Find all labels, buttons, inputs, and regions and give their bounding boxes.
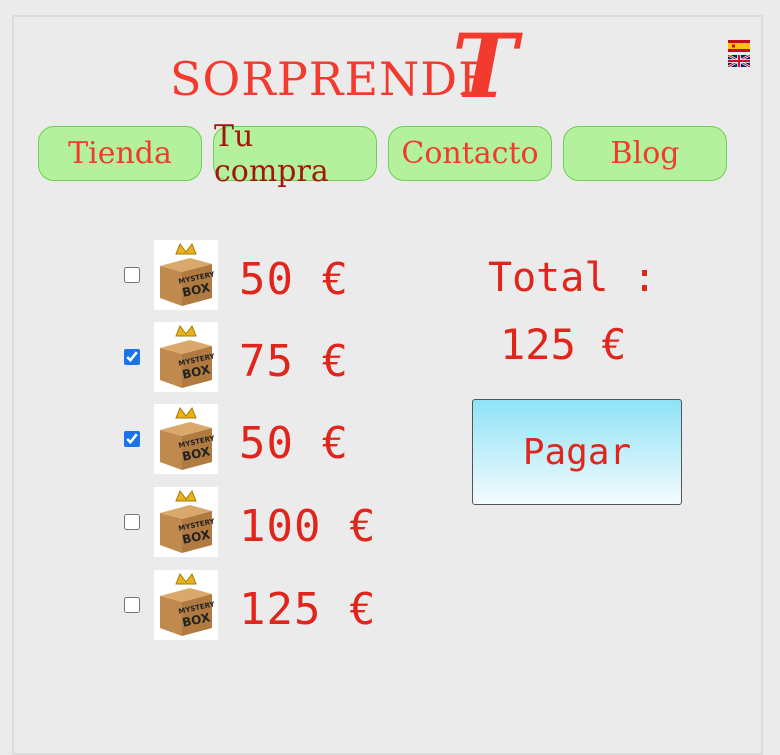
cart-item: MYSTERY BOX 50 € <box>124 404 424 476</box>
es-flag-icon[interactable] <box>728 40 750 52</box>
mystery-box-image: MYSTERY BOX <box>154 570 218 640</box>
mystery-box-image: MYSTERY BOX <box>154 404 218 474</box>
item-price: 125 € <box>239 584 377 635</box>
item-price: 75 € <box>239 336 349 387</box>
pay-button[interactable]: Pagar <box>472 399 682 505</box>
mystery-box-image: MYSTERY BOX <box>154 322 218 392</box>
total-label: Total : <box>488 255 657 301</box>
item-price: 50 € <box>239 418 349 469</box>
item-checkbox[interactable] <box>124 514 140 530</box>
uk-flag-icon[interactable] <box>728 55 750 67</box>
total-value: 125 € <box>500 320 627 369</box>
cart-item: MYSTERY BOX 100 € <box>124 487 424 559</box>
mystery-box-image: MYSTERY BOX <box>154 240 218 310</box>
language-switcher <box>728 40 750 70</box>
logo-big-letter: T <box>452 14 518 118</box>
item-price: 50 € <box>239 254 349 305</box>
logo-text: SORPRENDE <box>170 52 493 106</box>
item-checkbox[interactable] <box>124 267 140 283</box>
nav-tienda[interactable]: Tienda <box>38 126 202 181</box>
item-checkbox[interactable] <box>124 431 140 447</box>
nav-contacto[interactable]: Contacto <box>388 126 552 181</box>
cart-item: MYSTERY BOX 75 € <box>124 322 424 394</box>
item-checkbox[interactable] <box>124 597 140 613</box>
nav-tu-compra[interactable]: Tu compra <box>213 119 377 189</box>
item-checkbox[interactable] <box>124 349 140 365</box>
item-price: 100 € <box>239 501 377 552</box>
cart-item: MYSTERY BOX 125 € <box>124 570 424 642</box>
cart-item: MYSTERY BOX 50 € <box>124 240 424 312</box>
nav-blog[interactable]: Blog <box>563 126 727 181</box>
mystery-box-image: MYSTERY BOX <box>154 487 218 557</box>
